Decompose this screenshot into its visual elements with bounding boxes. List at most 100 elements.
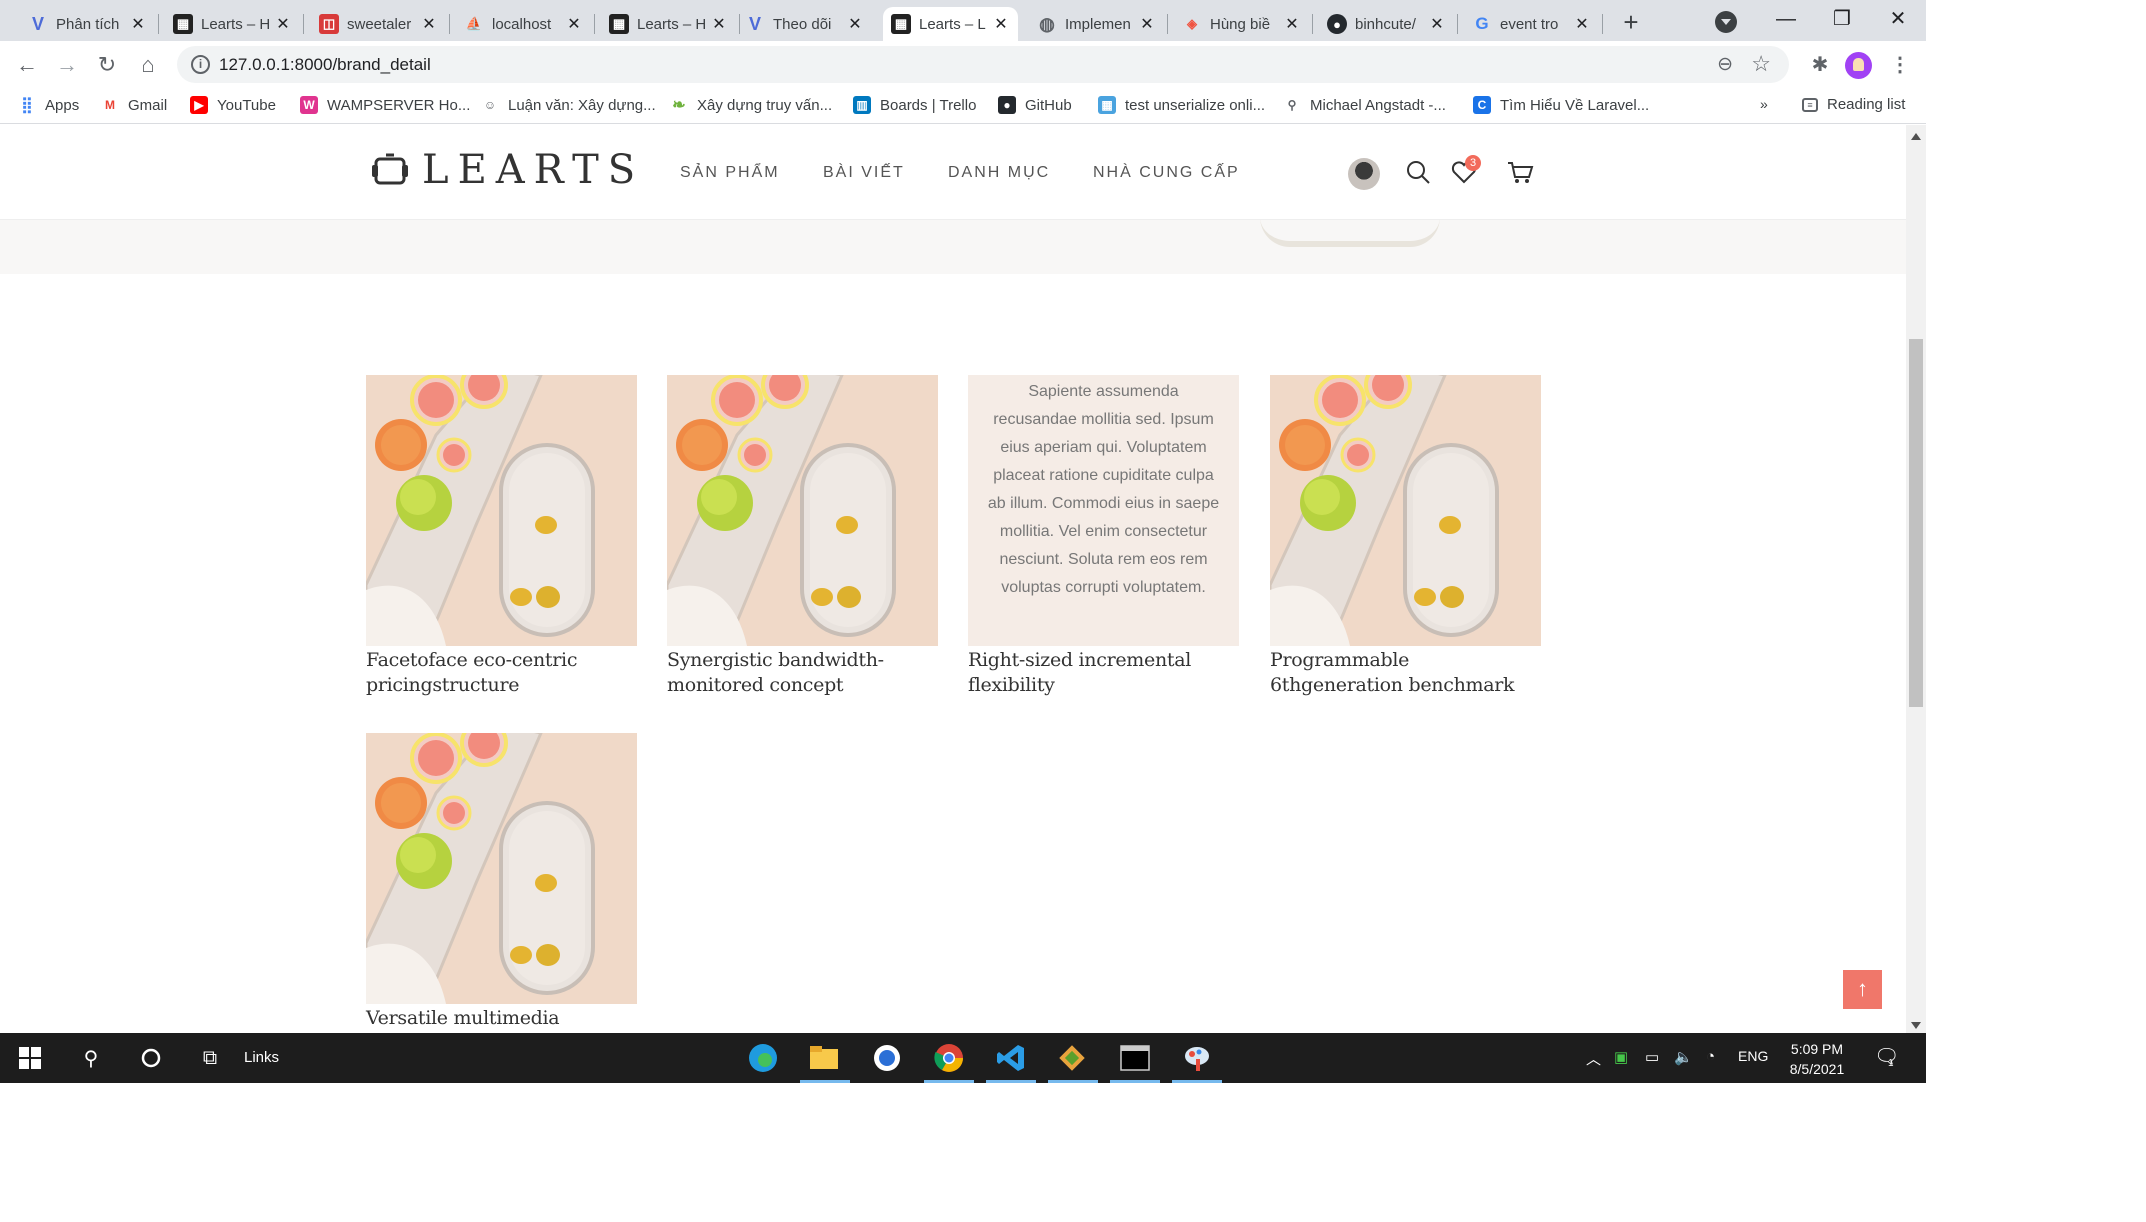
browser-tab[interactable]: V Phân tích ✕ (20, 7, 155, 41)
nav-danh-muc[interactable]: DANH MỤC (948, 164, 1050, 182)
browser-tab[interactable]: ◈ Hùng biề ✕ (1174, 7, 1309, 41)
bookmark-item[interactable]: ☺ Luận văn: Xây dựng... (481, 96, 656, 114)
bookmark-item[interactable]: ● GitHub (998, 96, 1072, 114)
wifi-icon[interactable]: ◔ (1706, 1048, 1715, 1065)
reading-list-button[interactable]: ≡ Reading list (1802, 96, 1905, 113)
nav-bai-viet[interactable]: BÀI VIẾT (823, 164, 905, 182)
browser-tab[interactable]: ▦ Learts – H ✕ (601, 7, 736, 41)
bookmark-item[interactable]: M Gmail (101, 96, 167, 114)
language-indicator[interactable]: ENG (1738, 1048, 1768, 1064)
tab-close-icon[interactable]: ✕ (565, 14, 583, 34)
product-image[interactable] (366, 375, 637, 646)
bookmark-item[interactable]: C Tìm Hiểu Về Laravel... (1473, 96, 1649, 114)
cortana-icon[interactable] (134, 1041, 168, 1075)
product-card[interactable]: Synergistic bandwidth-monitored concept (667, 375, 938, 698)
site-info-icon[interactable]: i (191, 55, 210, 74)
search-icon[interactable] (1402, 156, 1434, 188)
windows-start-icon[interactable] (13, 1041, 47, 1075)
bookmark-item[interactable]: W WAMPSERVER Ho... (300, 96, 470, 114)
tab-search-icon[interactable] (1715, 11, 1737, 33)
nav-nha-cung-cap[interactable]: NHÀ CUNG CẤP (1093, 164, 1240, 182)
zoom-icon[interactable]: ⊖ (1717, 53, 1733, 76)
browser-tab[interactable]: ▦ Learts – L ✕ (883, 7, 1018, 41)
browser-tab[interactable]: ⛵ localhost ✕ (456, 7, 591, 41)
bookmark-item[interactable]: ⣿ Apps (18, 96, 79, 115)
tab-close-icon[interactable]: ✕ (1138, 14, 1156, 34)
bookmark-item[interactable]: ⚲ Michael Angstadt -... (1283, 96, 1446, 114)
product-title[interactable]: Facetoface eco-centric pricingstructure (366, 648, 637, 698)
url-text[interactable]: 127.0.0.1:8000/brand_detail (219, 55, 431, 75)
product-title[interactable]: Right-sized incremental flexibility (968, 648, 1239, 698)
paint-app-icon[interactable] (1180, 1041, 1214, 1075)
profile-avatar-icon[interactable] (1845, 52, 1872, 79)
extensions-puzzle-icon[interactable]: ✱ (1806, 51, 1834, 79)
user-avatar[interactable] (1348, 158, 1380, 190)
close-window-icon[interactable]: ✕ (1878, 4, 1918, 34)
edge-icon[interactable] (746, 1041, 780, 1075)
tray-app-icon[interactable]: ▣ (1614, 1048, 1628, 1066)
tab-close-icon[interactable]: ✕ (1573, 14, 1591, 34)
scroll-up-icon[interactable] (1911, 133, 1921, 140)
file-explorer-icon[interactable] (807, 1041, 841, 1075)
browser-tab[interactable]: ◫ sweetaler ✕ (311, 7, 446, 41)
tab-close-icon[interactable]: ✕ (1283, 14, 1301, 34)
volume-icon[interactable]: 🔈 (1674, 1048, 1693, 1066)
product-title[interactable]: Synergistic bandwidth-monitored concept (667, 648, 938, 698)
task-view-icon[interactable]: ⧉ (193, 1041, 227, 1075)
product-card[interactable]: Programmable 6thgeneration benchmark (1270, 375, 1541, 698)
new-tab-button[interactable]: + (1616, 8, 1646, 38)
tab-close-icon[interactable]: ✕ (274, 14, 292, 34)
battery-icon[interactable]: ▭ (1645, 1048, 1659, 1066)
product-card[interactable]: Versatile multimedia functionalities (366, 733, 637, 1033)
browser-tab[interactable]: Gevent tro ✕ (1464, 7, 1599, 41)
bookmark-item[interactable]: ▥ Boards | Trello (853, 96, 976, 114)
site-logo[interactable]: LEARTS (370, 147, 644, 193)
cart-icon[interactable] (1504, 156, 1536, 188)
show-hidden-icons-chevron-icon[interactable]: ︿ (1586, 1048, 1601, 1069)
tab-close-icon[interactable]: ✕ (846, 14, 864, 34)
notification-center-icon[interactable]: 🗨 (1874, 1044, 1899, 1069)
scroll-down-icon[interactable] (1911, 1022, 1921, 1029)
browser-tab[interactable]: ● binhcute/ ✕ (1319, 7, 1454, 41)
nav-san-pham[interactable]: SẢN PHẨM (680, 164, 780, 182)
back-arrow-icon[interactable]: ← (11, 49, 43, 81)
notes-app-icon[interactable] (870, 1041, 904, 1075)
product-image[interactable] (1270, 375, 1541, 646)
browser-tab[interactable]: V Theo dõi ✕ (737, 7, 872, 41)
browser-tab[interactable]: ◍ Implemen ✕ (1029, 7, 1164, 41)
home-icon[interactable]: ⌂ (132, 49, 164, 81)
tab-close-icon[interactable]: ✕ (420, 14, 438, 34)
browser-tab[interactable]: ▦ Learts – H ✕ (165, 7, 300, 41)
bookmark-item[interactable]: ❧ Xây dựng truy vấn... (670, 96, 832, 115)
scrollbar-thumb[interactable] (1909, 339, 1923, 707)
reload-icon[interactable]: ↻ (91, 49, 123, 81)
tab-close-icon[interactable]: ✕ (710, 14, 728, 34)
chrome-icon[interactable] (932, 1041, 966, 1075)
tab-close-icon[interactable]: ✕ (992, 14, 1010, 34)
links-toolbar-label[interactable]: Links (244, 1049, 279, 1066)
taskbar-clock[interactable]: 5:09 PM 8/5/2021 (1782, 1039, 1852, 1079)
product-card[interactable]: Facetoface eco-centric pricingstructure (366, 375, 637, 698)
product-title[interactable]: Programmable 6thgeneration benchmark (1270, 648, 1541, 698)
bookmarks-overflow-button[interactable]: » (1760, 96, 1768, 112)
git-tool-icon[interactable] (1055, 1041, 1089, 1075)
forward-arrow-icon[interactable]: → (51, 49, 83, 81)
vscode-icon[interactable] (994, 1041, 1028, 1075)
product-image[interactable] (667, 375, 938, 646)
restore-icon[interactable]: ❐ (1822, 4, 1862, 34)
tab-close-icon[interactable]: ✕ (129, 14, 147, 34)
product-title[interactable]: Versatile multimedia functionalities (366, 1006, 637, 1033)
bookmark-item[interactable]: ▶ YouTube (190, 96, 276, 114)
taskbar-search-icon[interactable]: ⚲ (74, 1041, 108, 1075)
minimize-icon[interactable]: — (1766, 4, 1806, 34)
browser-menu-icon[interactable]: ⋮ (1886, 51, 1914, 79)
tab-close-icon[interactable]: ✕ (1428, 14, 1446, 34)
product-hover-excerpt[interactable]: Sapiente assumenda recusandae mollitia s… (968, 375, 1239, 646)
bookmark-item[interactable]: ▦ test unserialize onli... (1098, 96, 1265, 114)
terminal-icon[interactable] (1118, 1041, 1152, 1075)
page-scrollbar[interactable] (1906, 125, 1926, 1033)
product-image[interactable] (366, 733, 637, 1004)
product-card[interactable]: Sapiente assumenda recusandae mollitia s… (968, 375, 1239, 698)
address-bar[interactable]: i 127.0.0.1:8000/brand_detail ⊖ ☆ (177, 46, 1789, 83)
bookmark-star-icon[interactable]: ☆ (1751, 51, 1771, 77)
